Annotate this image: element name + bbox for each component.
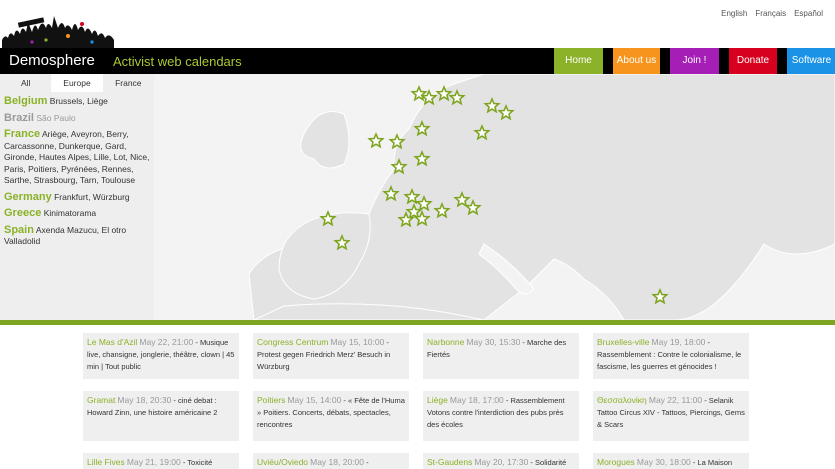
country-belgium[interactable]: Belgium Brussels, Liège <box>4 95 150 108</box>
country-greece[interactable]: Greece Kinimatorama <box>4 207 150 220</box>
event-card[interactable]: Uviéu/Oviedo May 18, 20:00 - <box>253 453 409 469</box>
country-spain[interactable]: Spain Axenda Mazucu, El otro Valladolid <box>4 224 150 248</box>
lang-english[interactable]: English <box>721 9 747 18</box>
event-card[interactable]: Lille Fives May 21, 19:00 - Toxicité <box>83 453 239 469</box>
tab-europe[interactable]: Europe <box>51 74 103 92</box>
section-divider <box>0 320 835 325</box>
region-tabs: All Europe France <box>0 74 154 92</box>
event-card[interactable]: Narbonne May 30, 15:30 - Marche des Fier… <box>423 333 579 379</box>
crowd-logo <box>2 16 114 50</box>
lang-francais[interactable]: Français <box>755 9 786 18</box>
main-nav: Home About us Join ! Donate Software <box>554 48 835 74</box>
europe-map[interactable] <box>154 74 835 320</box>
nav-home[interactable]: Home <box>554 48 603 74</box>
country-germany[interactable]: Germany Frankfurt, Würzburg <box>4 191 150 204</box>
event-card[interactable]: Θεσσαλονίκη May 22, 11:00 - Selanik Tatt… <box>593 391 749 441</box>
event-card[interactable]: Poitiers May 15, 14:00 - « Fête de l'Hum… <box>253 391 409 441</box>
country-list: Belgium Brussels, Liège Brazil São Paulo… <box>0 92 154 248</box>
language-switcher: English Français Español <box>721 9 823 18</box>
header-bar: Demosphere Activist web calendars Home A… <box>0 48 835 74</box>
event-card[interactable]: Congress Centrum May 15, 10:00 - Protest… <box>253 333 409 379</box>
event-card[interactable]: Bruxelles-ville May 19, 18:00 - Rassembl… <box>593 333 749 379</box>
region-sidebar: All Europe France Belgium Brussels, Lièg… <box>0 74 154 320</box>
nav-donate[interactable]: Donate <box>729 48 777 74</box>
tab-france[interactable]: France <box>103 74 154 92</box>
event-card[interactable]: Gramat May 18, 20:30 - ciné debat : Howa… <box>83 391 239 441</box>
event-card[interactable]: Le Mas d'Azil May 22, 21:00 - Musique li… <box>83 333 239 379</box>
event-card[interactable]: Liège May 18, 17:00 - Rassemblement Voto… <box>423 391 579 441</box>
nav-software[interactable]: Software <box>787 48 835 74</box>
event-card[interactable]: St-Gaudens May 20, 17:30 - Solidarité <box>423 453 579 469</box>
nav-join[interactable]: Join ! <box>670 48 719 74</box>
nav-about-us[interactable]: About us <box>613 48 660 74</box>
country-france[interactable]: France Ariège, Aveyron, Berry, Carcasson… <box>4 128 150 187</box>
event-card[interactable]: Morogues May 30, 18:00 - La Maison <box>593 453 749 469</box>
site-title[interactable]: Demosphere <box>9 52 95 69</box>
country-brazil[interactable]: Brazil São Paulo <box>4 112 150 125</box>
tab-all[interactable]: All <box>0 74 51 92</box>
site-tagline: Activist web calendars <box>113 54 242 69</box>
map-canvas <box>154 74 835 320</box>
lang-espanol[interactable]: Español <box>794 9 823 18</box>
